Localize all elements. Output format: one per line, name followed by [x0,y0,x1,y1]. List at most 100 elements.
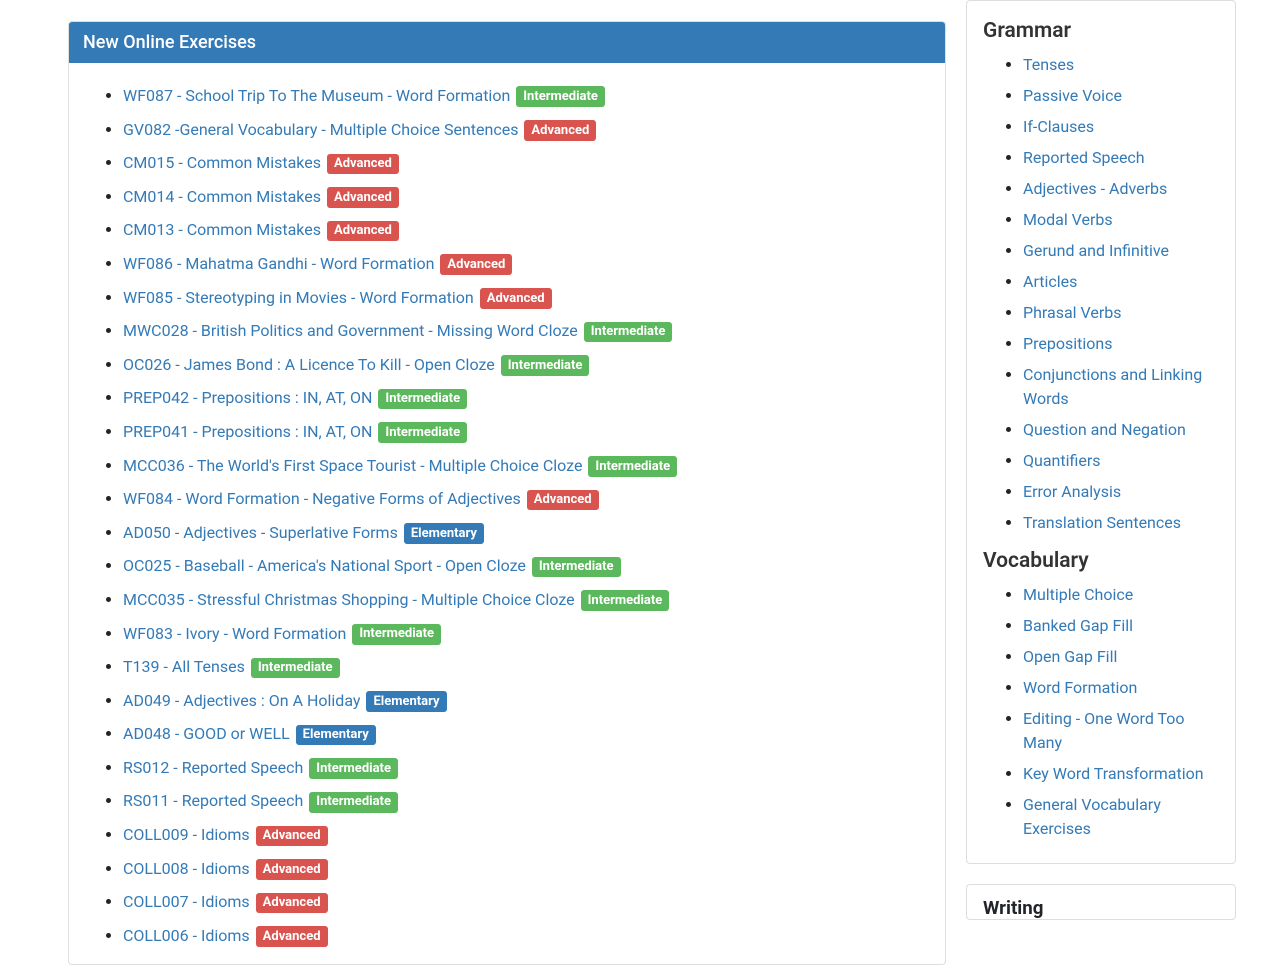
exercise-item: WF087 - School Trip To The Museum - Word… [123,83,941,109]
exercise-item: MWC028 - British Politics and Government… [123,318,941,344]
level-badge: Intermediate [352,624,441,645]
exercise-link[interactable]: OC025 - Baseball - America's National Sp… [123,556,526,575]
exercise-item: OC026 - James Bond : A Licence To Kill -… [123,352,941,378]
sidebar-link[interactable]: Word Formation [1023,678,1137,697]
level-badge: Advanced [527,490,599,511]
sidebar-link[interactable]: Editing - One Word Too Many [1023,709,1185,752]
exercise-item: WF083 - Ivory - Word Formation Intermedi… [123,621,941,647]
sidebar-heading-writing: Writing [983,897,1219,919]
exercise-list: WF087 - School Trip To The Museum - Word… [73,83,941,948]
sidebar-link[interactable]: Banked Gap Fill [1023,616,1133,635]
exercise-link[interactable]: PREP041 - Prepositions : IN, AT, ON [123,422,372,441]
sidebar-link[interactable]: General Vocabulary Exercises [1023,795,1161,838]
sidebar-link[interactable]: Modal Verbs [1023,210,1113,229]
sidebar-link[interactable]: Tenses [1023,55,1074,74]
exercise-link[interactable]: T139 - All Tenses [123,657,245,676]
exercise-item: RS012 - Reported Speech Intermediate [123,755,941,781]
sidebar-item: Error Analysis [1023,480,1219,504]
exercise-item: AD049 - Adjectives : On A Holiday Elemen… [123,688,941,714]
panel-body: WF087 - School Trip To The Museum - Word… [69,63,945,964]
sidebar-item: Word Formation [1023,676,1219,700]
exercise-link[interactable]: WF087 - School Trip To The Museum - Word… [123,86,510,105]
sidebar-link[interactable]: Question and Negation [1023,420,1186,439]
level-badge: Advanced [256,893,328,914]
exercise-link[interactable]: COLL006 - Idioms [123,926,250,945]
sidebar-link[interactable]: Key Word Transformation [1023,764,1204,783]
level-badge: Intermediate [501,355,590,376]
exercise-link[interactable]: RS012 - Reported Speech [123,758,303,777]
exercise-link[interactable]: OC026 - James Bond : A Licence To Kill -… [123,355,495,374]
sidebar-item: If-Clauses [1023,115,1219,139]
sidebar-link[interactable]: Conjunctions and Linking Words [1023,365,1202,408]
exercise-link[interactable]: RS011 - Reported Speech [123,791,303,810]
sidebar-item: Adjectives - Adverbs [1023,177,1219,201]
level-badge: Advanced [524,120,596,141]
exercise-item: WF086 - Mahatma Gandhi - Word Formation … [123,251,941,277]
exercise-item: COLL006 - Idioms Advanced [123,923,941,949]
exercise-link[interactable]: WF083 - Ivory - Word Formation [123,624,346,643]
exercise-link[interactable]: COLL007 - Idioms [123,892,250,911]
exercise-link[interactable]: CM014 - Common Mistakes [123,187,321,206]
level-badge: Intermediate [378,422,467,443]
sidebar-link[interactable]: Translation Sentences [1023,513,1181,532]
level-badge: Advanced [256,926,328,947]
exercise-link[interactable]: GV082 -General Vocabulary - Multiple Cho… [123,120,518,139]
exercise-item: AD050 - Adjectives - Superlative Forms E… [123,520,941,546]
exercise-item: CM014 - Common Mistakes Advanced [123,184,941,210]
exercise-item: MCC035 - Stressful Christmas Shopping - … [123,587,941,613]
exercise-link[interactable]: MCC036 - The World's First Space Tourist… [123,456,582,475]
sidebar-item: Prepositions [1023,332,1219,356]
level-badge: Intermediate [588,456,677,477]
exercise-link[interactable]: WF085 - Stereotyping in Movies - Word Fo… [123,288,474,307]
level-badge: Elementary [404,523,484,544]
exercise-link[interactable]: WF084 - Word Formation - Negative Forms … [123,489,521,508]
level-badge: Intermediate [584,322,673,343]
sidebar-item: Modal Verbs [1023,208,1219,232]
level-badge: Intermediate [516,86,605,107]
sidebar-item: Reported Speech [1023,146,1219,170]
sidebar-link[interactable]: Passive Voice [1023,86,1122,105]
sidebar-item: Conjunctions and Linking Words [1023,363,1219,411]
exercise-link[interactable]: MCC035 - Stressful Christmas Shopping - … [123,590,575,609]
sidebar-link[interactable]: Prepositions [1023,334,1112,353]
level-badge: Intermediate [309,792,398,813]
exercise-item: COLL009 - Idioms Advanced [123,822,941,848]
exercise-item: PREP041 - Prepositions : IN, AT, ON Inte… [123,419,941,445]
sidebar-link[interactable]: Error Analysis [1023,482,1121,501]
exercise-link[interactable]: AD050 - Adjectives - Superlative Forms [123,523,398,542]
sidebar-item: Translation Sentences [1023,511,1219,535]
exercise-link[interactable]: COLL009 - Idioms [123,825,250,844]
exercise-link[interactable]: PREP042 - Prepositions : IN, AT, ON [123,388,372,407]
sidebar-item: Articles [1023,270,1219,294]
exercise-link[interactable]: MWC028 - British Politics and Government… [123,321,578,340]
sidebar-link[interactable]: Articles [1023,272,1077,291]
exercise-item: PREP042 - Prepositions : IN, AT, ON Inte… [123,385,941,411]
level-badge: Advanced [327,154,399,175]
exercise-link[interactable]: COLL008 - Idioms [123,859,250,878]
sidebar-item: Phrasal Verbs [1023,301,1219,325]
exercise-item: WF084 - Word Formation - Negative Forms … [123,486,941,512]
sidebar-link[interactable]: Gerund and Infinitive [1023,241,1169,260]
exercise-link[interactable]: AD048 - GOOD or WELL [123,724,290,743]
level-badge: Intermediate [309,758,398,779]
exercise-link[interactable]: CM013 - Common Mistakes [123,220,321,239]
sidebar-heading-vocabulary: Vocabulary [983,549,1219,573]
sidebar-link[interactable]: If-Clauses [1023,117,1094,136]
exercise-link[interactable]: CM015 - Common Mistakes [123,153,321,172]
exercise-link[interactable]: AD049 - Adjectives : On A Holiday [123,691,360,710]
level-badge: Advanced [440,254,512,275]
sidebar-link[interactable]: Adjectives - Adverbs [1023,179,1167,198]
sidebar-item: Open Gap Fill [1023,645,1219,669]
sidebar-link[interactable]: Quantifiers [1023,451,1101,470]
sidebar-item: Passive Voice [1023,84,1219,108]
sidebar-link[interactable]: Open Gap Fill [1023,647,1117,666]
sidebar-link[interactable]: Multiple Choice [1023,585,1133,604]
sidebar-item: General Vocabulary Exercises [1023,793,1219,841]
exercise-link[interactable]: WF086 - Mahatma Gandhi - Word Formation [123,254,434,273]
sidebar-link[interactable]: Reported Speech [1023,148,1145,167]
exercise-item: GV082 -General Vocabulary - Multiple Cho… [123,117,941,143]
sidebar-item: Key Word Transformation [1023,762,1219,786]
sidebar-link[interactable]: Phrasal Verbs [1023,303,1122,322]
sidebar-item: Tenses [1023,53,1219,77]
exercise-item: WF085 - Stereotyping in Movies - Word Fo… [123,285,941,311]
